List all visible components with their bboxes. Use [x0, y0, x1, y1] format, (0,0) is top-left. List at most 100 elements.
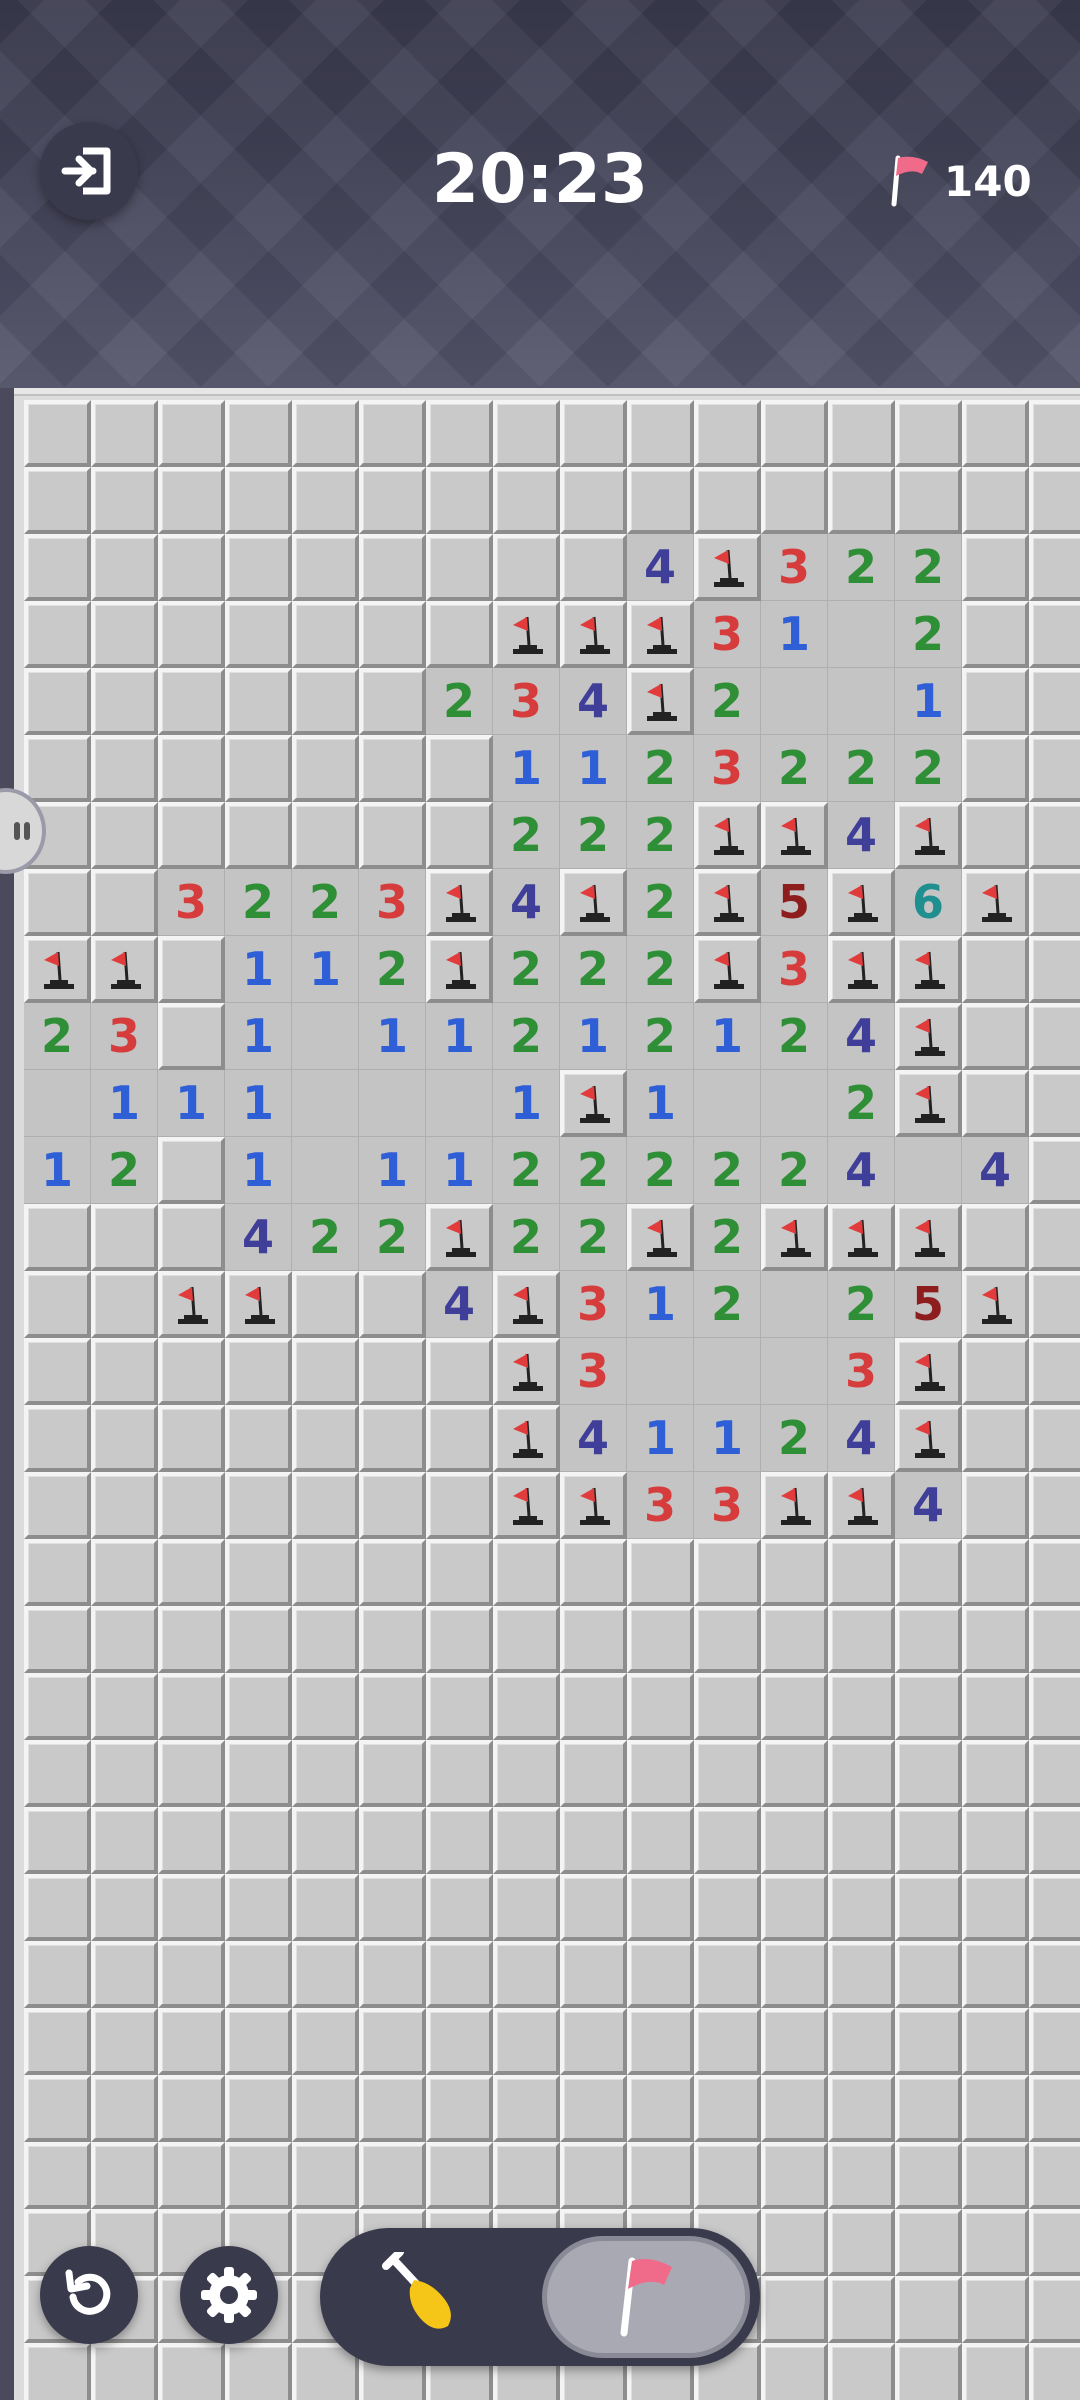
- cell-closed[interactable]: [761, 1606, 828, 1673]
- cell-flagged[interactable]: [761, 1204, 828, 1271]
- cell-closed[interactable]: [1029, 2276, 1080, 2343]
- cell-closed[interactable]: [158, 1338, 225, 1405]
- cell-number[interactable]: 2: [828, 534, 895, 601]
- undo-button[interactable]: [40, 2246, 138, 2344]
- cell-number[interactable]: 3: [359, 869, 426, 936]
- cell-closed[interactable]: [426, 2142, 493, 2209]
- cell-closed[interactable]: [24, 735, 91, 802]
- cell-closed[interactable]: [1029, 534, 1080, 601]
- cell-open[interactable]: [761, 1338, 828, 1405]
- cell-open[interactable]: [292, 1137, 359, 1204]
- cell-open[interactable]: [694, 1070, 761, 1137]
- cell-closed[interactable]: [1029, 1472, 1080, 1539]
- cell-closed[interactable]: [158, 802, 225, 869]
- cell-flagged[interactable]: [493, 1472, 560, 1539]
- cell-flagged[interactable]: [962, 869, 1029, 936]
- cell-closed[interactable]: [158, 400, 225, 467]
- cell-closed[interactable]: [1029, 2008, 1080, 2075]
- cell-closed[interactable]: [91, 1740, 158, 1807]
- cell-number[interactable]: 3: [828, 1338, 895, 1405]
- cell-closed[interactable]: [761, 1673, 828, 1740]
- cell-closed[interactable]: [962, 1003, 1029, 1070]
- cell-number[interactable]: 2: [694, 1204, 761, 1271]
- cell-closed[interactable]: [24, 869, 91, 936]
- flag-mode-button[interactable]: [542, 2236, 750, 2358]
- cell-closed[interactable]: [761, 1807, 828, 1874]
- cell-flagged[interactable]: [895, 936, 962, 1003]
- cell-closed[interactable]: [24, 1673, 91, 1740]
- cell-closed[interactable]: [962, 1472, 1029, 1539]
- cell-flagged[interactable]: [761, 1472, 828, 1539]
- cell-closed[interactable]: [225, 1606, 292, 1673]
- cell-closed[interactable]: [91, 1941, 158, 2008]
- cell-closed[interactable]: [761, 2209, 828, 2276]
- cell-closed[interactable]: [895, 2343, 962, 2400]
- cell-closed[interactable]: [359, 2075, 426, 2142]
- cell-closed[interactable]: [426, 2075, 493, 2142]
- cell-number[interactable]: 3: [761, 534, 828, 601]
- cell-closed[interactable]: [493, 1941, 560, 2008]
- cell-closed[interactable]: [828, 1941, 895, 2008]
- cell-closed[interactable]: [560, 1807, 627, 1874]
- cell-closed[interactable]: [493, 1740, 560, 1807]
- cell-number[interactable]: 2: [627, 869, 694, 936]
- cell-closed[interactable]: [426, 1405, 493, 1472]
- cell-closed[interactable]: [560, 1539, 627, 1606]
- cell-flagged[interactable]: [426, 936, 493, 1003]
- cell-closed[interactable]: [560, 1941, 627, 2008]
- cell-closed[interactable]: [694, 1606, 761, 1673]
- cell-closed[interactable]: [962, 2209, 1029, 2276]
- cell-closed[interactable]: [761, 2075, 828, 2142]
- cell-closed[interactable]: [1029, 400, 1080, 467]
- cell-number[interactable]: 1: [895, 668, 962, 735]
- cell-closed[interactable]: [493, 400, 560, 467]
- cell-number[interactable]: 1: [627, 1405, 694, 1472]
- cell-closed[interactable]: [359, 1606, 426, 1673]
- cell-number[interactable]: 2: [627, 802, 694, 869]
- cell-closed[interactable]: [761, 2276, 828, 2343]
- cell-closed[interactable]: [627, 2008, 694, 2075]
- cell-closed[interactable]: [158, 1874, 225, 1941]
- cell-open[interactable]: [24, 1070, 91, 1137]
- cell-number[interactable]: 2: [828, 735, 895, 802]
- cell-closed[interactable]: [24, 1338, 91, 1405]
- cell-closed[interactable]: [761, 1539, 828, 1606]
- cell-closed[interactable]: [761, 2343, 828, 2400]
- cell-flagged[interactable]: [627, 601, 694, 668]
- cell-flagged[interactable]: [895, 1204, 962, 1271]
- cell-flagged[interactable]: [627, 668, 694, 735]
- cell-closed[interactable]: [24, 2008, 91, 2075]
- cell-closed[interactable]: [158, 1472, 225, 1539]
- cell-closed[interactable]: [895, 1874, 962, 1941]
- cell-number[interactable]: 4: [962, 1137, 1029, 1204]
- cell-flagged[interactable]: [828, 869, 895, 936]
- cell-closed[interactable]: [91, 735, 158, 802]
- cell-closed[interactable]: [1029, 2209, 1080, 2276]
- exit-button[interactable]: [40, 122, 138, 220]
- cell-number[interactable]: 2: [560, 936, 627, 1003]
- cell-closed[interactable]: [158, 1606, 225, 1673]
- cell-number[interactable]: 2: [560, 1204, 627, 1271]
- cell-closed[interactable]: [962, 1874, 1029, 1941]
- cell-closed[interactable]: [426, 1606, 493, 1673]
- dig-mode-button[interactable]: [380, 2248, 480, 2342]
- cell-closed[interactable]: [1029, 1673, 1080, 1740]
- cell-closed[interactable]: [895, 1807, 962, 1874]
- cell-closed[interactable]: [1029, 1941, 1080, 2008]
- cell-closed[interactable]: [359, 2142, 426, 2209]
- cell-number[interactable]: 1: [359, 1137, 426, 1204]
- cell-closed[interactable]: [24, 1405, 91, 1472]
- cell-closed[interactable]: [694, 1740, 761, 1807]
- cell-closed[interactable]: [158, 668, 225, 735]
- cell-closed[interactable]: [962, 1941, 1029, 2008]
- cell-flagged[interactable]: [560, 869, 627, 936]
- cell-flagged[interactable]: [493, 1338, 560, 1405]
- cell-closed[interactable]: [292, 802, 359, 869]
- cell-closed[interactable]: [225, 668, 292, 735]
- cell-closed[interactable]: [895, 467, 962, 534]
- cell-closed[interactable]: [292, 1338, 359, 1405]
- cell-closed[interactable]: [359, 735, 426, 802]
- cell-closed[interactable]: [158, 936, 225, 1003]
- cell-number[interactable]: 1: [426, 1003, 493, 1070]
- cell-number[interactable]: 2: [493, 1137, 560, 1204]
